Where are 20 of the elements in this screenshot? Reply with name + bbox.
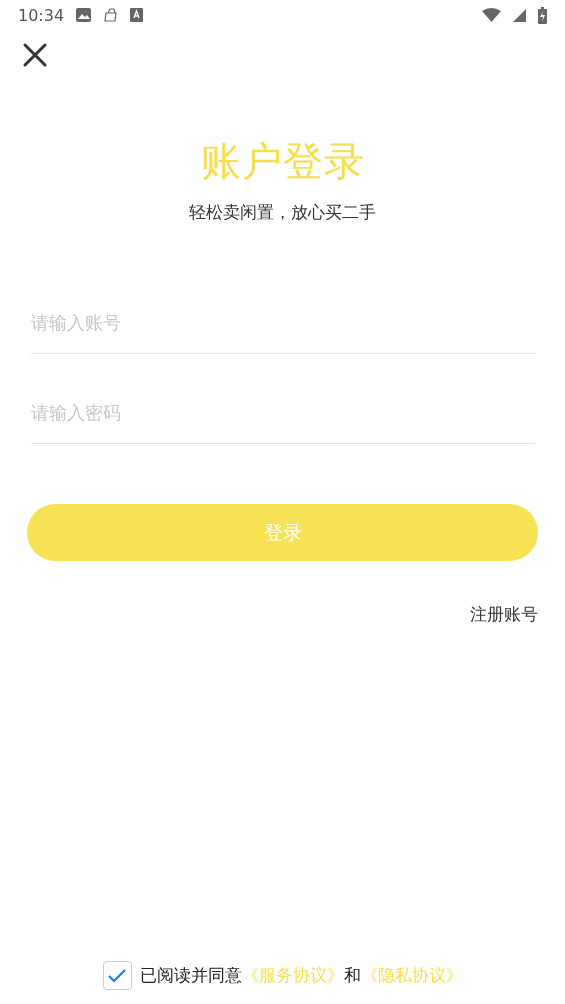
register-link[interactable]: 注册账号	[470, 603, 538, 626]
keyboard-icon	[130, 8, 144, 22]
battery-icon	[538, 6, 547, 24]
login-button[interactable]: 登录	[27, 504, 538, 561]
agreement-link[interactable]: 《隐私协议》	[360, 964, 463, 987]
checkmark-icon	[108, 968, 126, 983]
agree-checkbox[interactable]	[102, 961, 132, 990]
subtitle: 轻松卖闲置，放心买二手	[189, 201, 376, 224]
input-field[interactable]: 请输入密码	[31, 354, 535, 444]
signal-icon	[513, 8, 526, 22]
agreement-text: 已阅读并同意	[139, 964, 242, 987]
close-button[interactable]	[22, 42, 48, 68]
status-time: 10:34	[18, 5, 65, 25]
image-icon	[76, 8, 92, 22]
agreement-text: 和	[343, 964, 361, 987]
wifi-icon	[482, 8, 501, 22]
input-field[interactable]: 请输入账号	[31, 284, 535, 354]
page-title: 账户登录	[200, 137, 365, 186]
bag-icon	[103, 8, 119, 22]
agreement-link[interactable]: 《服务协议》	[241, 964, 344, 987]
